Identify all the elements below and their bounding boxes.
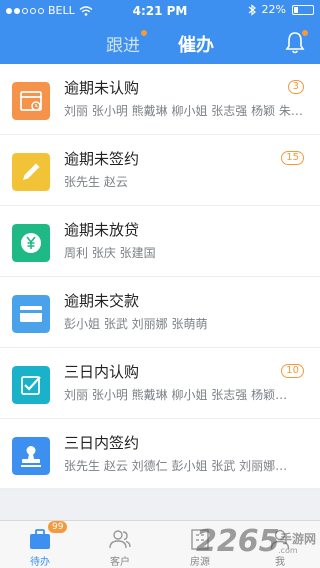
- header-tabs: 跟进 催办: [0, 28, 320, 58]
- item-names: 周利 张庆 张建国: [64, 246, 156, 260]
- notification-dot: [141, 30, 147, 36]
- calendar-icon: [12, 82, 50, 120]
- item-names: 刘丽 张小明 熊戴琳 柳小姐 张志强 杨颖 朱…: [64, 104, 303, 118]
- list-item[interactable]: 逾期未放贷 周利 张庆 张建国: [0, 206, 320, 277]
- tabbar-label: 待办: [30, 557, 50, 568]
- card-icon: [12, 295, 50, 333]
- yuan-icon: [12, 224, 50, 262]
- todo-badge: 99: [48, 521, 68, 533]
- battery-percent: 22%: [261, 3, 286, 16]
- item-title: 逾期未交款: [64, 292, 140, 310]
- checkbox-icon: [12, 366, 50, 404]
- todo-list: 逾期未认购 刘丽 张小明 熊戴琳 柳小姐 张志强 杨颖 朱… 3 逾期未签约 张…: [0, 64, 320, 490]
- item-title: 逾期未放贷: [64, 221, 140, 239]
- pencil-icon: [12, 153, 50, 191]
- item-names: 彭小姐 张武 刘丽娜 张萌萌: [64, 317, 208, 331]
- bell-notification-dot: [302, 30, 308, 36]
- list-item[interactable]: 三日内认购 刘丽 张小明 熊戴琳 柳小姐 张志强 杨颖… 10: [0, 348, 320, 419]
- count-badge: 10: [281, 364, 304, 378]
- watermark-logo: 2265: [196, 524, 280, 559]
- item-title: 逾期未认购: [64, 79, 140, 97]
- tab-urge[interactable]: 催办: [178, 31, 214, 57]
- tabbar-label: 客户: [110, 557, 130, 568]
- count-badge: 15: [281, 151, 304, 165]
- item-title: 三日内认购: [64, 363, 140, 381]
- status-bar: BELL 4:21 PM 22%: [0, 0, 320, 20]
- tabbar-item-customers[interactable]: 客户: [80, 521, 160, 568]
- item-names: 张先生 赵云 刘德仁 彭小姐 张武 刘丽娜…: [64, 459, 288, 473]
- bluetooth-icon: [248, 3, 256, 16]
- list-item[interactable]: 三日内签约 张先生 赵云 刘德仁 彭小姐 张武 刘丽娜…: [0, 419, 320, 490]
- stamp-icon: [12, 437, 50, 475]
- item-title: 三日内签约: [64, 434, 140, 452]
- watermark-domain: .com: [278, 546, 298, 555]
- list-item[interactable]: 逾期未签约 张先生 赵云 15: [0, 135, 320, 206]
- battery-icon: [292, 4, 314, 15]
- tabbar-item-todo[interactable]: 99 待办: [0, 521, 80, 568]
- list-item[interactable]: 逾期未交款 彭小姐 张武 刘丽娜 张萌萌: [0, 277, 320, 348]
- watermark: 2265 手游网 .com: [196, 524, 320, 564]
- header: BELL 4:21 PM 22% 跟进 催办: [0, 0, 320, 64]
- watermark-text: 手游网: [280, 532, 317, 546]
- count-badge: 3: [287, 80, 304, 94]
- item-title: 逾期未签约: [64, 150, 140, 168]
- item-names: 刘丽 张小明 熊戴琳 柳小姐 张志强 杨颖…: [64, 388, 288, 402]
- list-item[interactable]: 逾期未认购 刘丽 张小明 熊戴琳 柳小姐 张志强 杨颖 朱… 3: [0, 64, 320, 135]
- people-icon: [109, 530, 131, 549]
- item-names: 张先生 赵云: [64, 175, 128, 189]
- tab-follow-up[interactable]: 跟进: [106, 31, 140, 56]
